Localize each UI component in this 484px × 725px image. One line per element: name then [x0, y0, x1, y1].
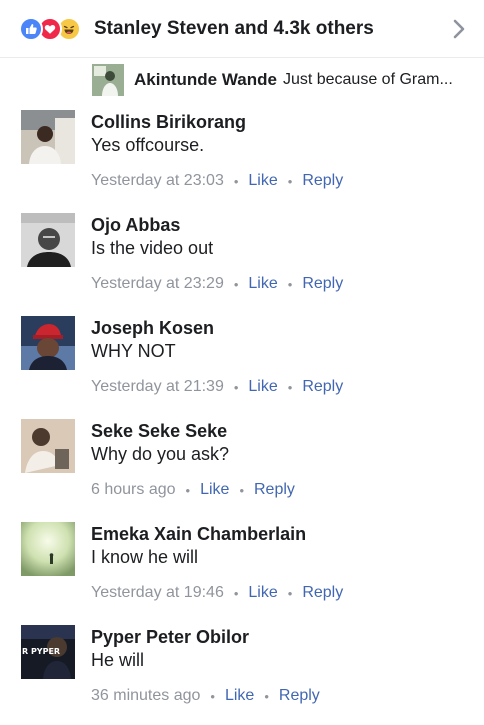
comment-meta: Yesterday at 19:46 • Like • Reply: [91, 584, 343, 602]
reply-preview[interactable]: Akintunde Wande Just because of Gram...: [0, 58, 484, 98]
reply-button[interactable]: Reply: [302, 378, 343, 396]
comment-meta: Yesterday at 21:39 • Like • Reply: [91, 378, 343, 396]
comment-text: Why do you ask?: [91, 444, 230, 464]
separator-dot: •: [287, 585, 293, 601]
comment: R PYPER Pyper Peter Obilor He will 36 mi…: [0, 625, 484, 725]
like-button[interactable]: Like: [200, 481, 229, 499]
avatar[interactable]: R PYPER: [21, 625, 75, 679]
separator-dot: •: [287, 379, 293, 395]
comment-author-name[interactable]: Collins Birikorang: [91, 112, 246, 133]
separator-dot: •: [239, 482, 244, 498]
reactions-summary[interactable]: Stanley Steven and 4.3k others: [94, 18, 450, 40]
reply-author-name[interactable]: Akintunde Wande: [134, 70, 277, 90]
comment-author-name[interactable]: Pyper Peter Obilor: [91, 627, 249, 648]
like-button[interactable]: Like: [248, 584, 277, 602]
comment-text: He will: [91, 650, 145, 670]
separator-dot: •: [287, 173, 293, 189]
comment-text: Is the video out: [91, 238, 214, 258]
comment-meta: Yesterday at 23:03 • Like • Reply: [91, 172, 343, 190]
avatar[interactable]: [21, 316, 75, 370]
reply-button[interactable]: Reply: [302, 584, 343, 602]
comment-author-name[interactable]: Emeka Xain Chamberlain: [91, 524, 306, 545]
like-icon: [19, 16, 43, 41]
separator-dot: •: [233, 173, 239, 189]
comment-timestamp[interactable]: Yesterday at 21:39: [91, 378, 224, 396]
comment-text: Yes offcourse.: [91, 135, 205, 155]
avatar[interactable]: [21, 419, 75, 473]
comment: Emeka Xain Chamberlain I know he will Ye…: [0, 522, 484, 622]
reply-button[interactable]: Reply: [302, 172, 343, 190]
comment-author-name[interactable]: Joseph Kosen: [91, 318, 214, 339]
separator-dot: •: [233, 585, 239, 601]
comment-timestamp[interactable]: Yesterday at 23:03: [91, 172, 224, 190]
comment: Joseph Kosen WHY NOT Yesterday at 21:39 …: [0, 316, 484, 416]
chevron-right-icon[interactable]: [450, 17, 468, 41]
separator-dot: •: [264, 688, 269, 704]
comment: Collins Birikorang Yes offcourse. Yester…: [0, 110, 484, 210]
comment-timestamp[interactable]: 36 minutes ago: [91, 687, 200, 705]
reply-button[interactable]: Reply: [254, 481, 295, 499]
comment-author-name[interactable]: Ojo Abbas: [91, 215, 180, 236]
like-button[interactable]: Like: [248, 172, 277, 190]
comment-timestamp[interactable]: Yesterday at 19:46: [91, 584, 224, 602]
reply-button[interactable]: Reply: [279, 687, 320, 705]
comment-text: I know he will: [91, 547, 199, 567]
separator-dot: •: [287, 276, 293, 292]
reactions-header[interactable]: Stanley Steven and 4.3k others: [0, 0, 484, 58]
comment-author-name[interactable]: Seke Seke Seke: [91, 421, 227, 442]
like-button[interactable]: Like: [248, 275, 277, 293]
separator-dot: •: [210, 688, 215, 704]
reply-button[interactable]: Reply: [302, 275, 343, 293]
comment-text: WHY NOT: [91, 341, 176, 361]
comment: Ojo Abbas Is the video out Yesterday at …: [0, 213, 484, 313]
avatar[interactable]: [21, 110, 75, 164]
like-button[interactable]: Like: [225, 687, 254, 705]
avatar: [92, 64, 124, 96]
reaction-icons: [19, 16, 81, 41]
comment-meta: 36 minutes ago • Like • Reply: [91, 687, 320, 705]
avatar[interactable]: [21, 522, 75, 576]
comment-meta: 6 hours ago • Like • Reply: [91, 481, 295, 499]
comment-timestamp[interactable]: 6 hours ago: [91, 481, 176, 499]
separator-dot: •: [185, 482, 191, 498]
comment-timestamp[interactable]: Yesterday at 23:29: [91, 275, 224, 293]
separator-dot: •: [233, 379, 239, 395]
like-button[interactable]: Like: [248, 378, 277, 396]
comment-meta: Yesterday at 23:29 • Like • Reply: [91, 275, 343, 293]
avatar[interactable]: [21, 213, 75, 267]
reply-text: Just because of Gram...: [282, 71, 453, 88]
separator-dot: •: [233, 276, 239, 292]
comment: Seke Seke Seke Why do you ask? 6 hours a…: [0, 419, 484, 519]
avatar-text: R PYPER: [22, 647, 60, 656]
